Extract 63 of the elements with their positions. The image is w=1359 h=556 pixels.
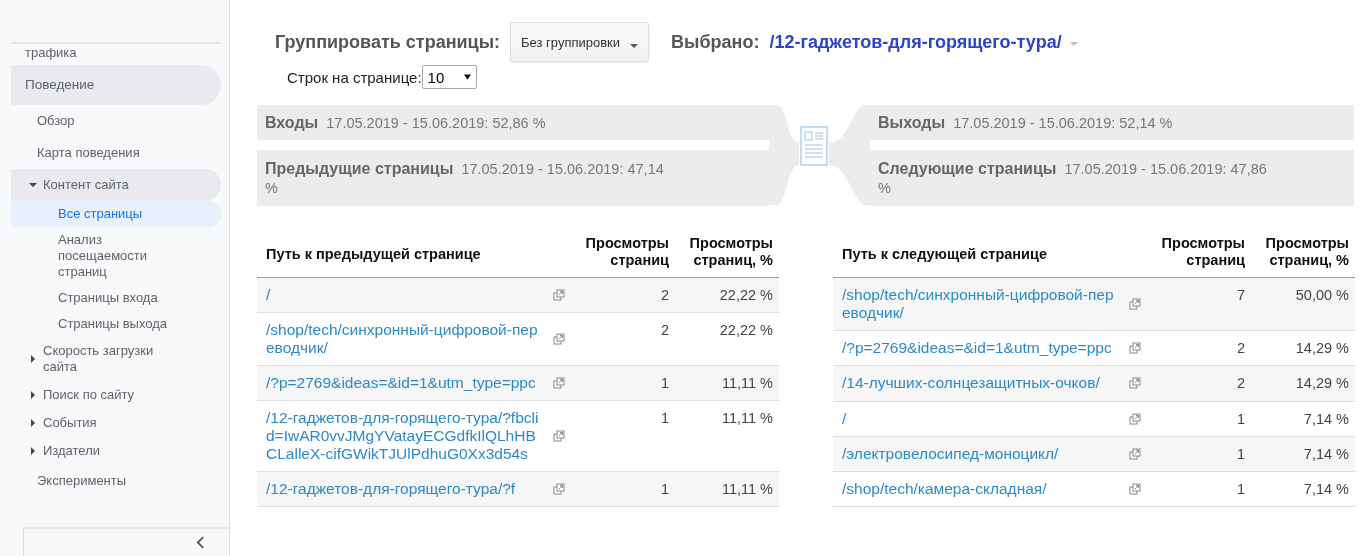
summary-text: Предыдущие страницы 17.05.2019 - 15.06.2019: 47,14 % (265, 159, 665, 198)
sidebar-item[interactable]: Поиск по сайту (11, 381, 221, 409)
column-header: Просмотры страниц, % (675, 235, 779, 278)
sidebar-item[interactable]: Скорость загрузки сайта (11, 337, 221, 381)
group-pages-label: Группировать страницы: (275, 31, 500, 53)
table-cell: 1 (571, 471, 675, 507)
sidebar-item[interactable]: Обзор (11, 105, 221, 137)
sidebar-item[interactable]: Контент сайта (11, 169, 221, 201)
table-cell: 7,14 % (1251, 471, 1355, 507)
page-path-link[interactable]: /shop/tech/камера-складная/ (842, 479, 1122, 498)
sidebar-item[interactable]: Страницы входа (11, 285, 221, 311)
summary-text: Выходы 17.05.2019 - 15.06.2019: 52,14 % (878, 113, 1174, 133)
column-header: Просмотры страниц, % (1251, 235, 1355, 278)
page-path-link[interactable]: / (266, 286, 546, 304)
sidebar-item[interactable]: Анализ посещаемости страниц (11, 227, 221, 285)
page-path-link[interactable]: /электровелосипед-моноцикл/ (842, 444, 1122, 463)
sidebar-item[interactable]: Все страницы (11, 201, 221, 227)
rows-per-page-select[interactable]: 10 (421, 65, 477, 89)
rows-per-page-label: Строк на странице: (287, 68, 422, 86)
table-cell: 22,22 % (675, 312, 779, 366)
page-path-link[interactable]: / (842, 409, 1122, 428)
grouping-dropdown[interactable]: Без группировки (510, 22, 650, 62)
table-cell: 2 (1147, 330, 1251, 366)
sidebar-item[interactable]: Издатели (11, 437, 221, 465)
sidebar-item[interactable]: Поведение (11, 65, 221, 105)
table-cell: 11,11 % (675, 471, 779, 507)
table-cell: 7,14 % (1251, 436, 1355, 472)
page-path-link[interactable]: /shop/tech/синхронный-цифровой-переводчик/ (266, 321, 546, 357)
sidebar-item[interactable]: Страницы выхода (11, 311, 221, 337)
sidebar-item[interactable]: Карта поведения (11, 137, 221, 169)
summary-text: Входы 17.05.2019 - 15.06.2019: 52,86 % (265, 113, 547, 133)
selected-page-link[interactable]: /12-гаджетов-для-горящего-тура/ (769, 31, 1062, 53)
column-header: Путь к предыдущей странице (257, 235, 571, 278)
table-cell: 14,29 % (1251, 330, 1355, 366)
sidebar-item[interactable]: Эксперименты (11, 465, 221, 497)
table-cell: 50,00 % (1251, 277, 1355, 331)
table-cell: 14,29 % (1251, 365, 1355, 401)
page-path-link[interactable]: /12-гаджетов-для-горящего-тура/?f (266, 480, 546, 498)
table-cell: 1 (1147, 471, 1251, 507)
column-header: Просмотры страниц (571, 235, 675, 278)
sidebar-item[interactable]: События (11, 409, 221, 437)
table-cell: 2 (571, 277, 675, 313)
selected-label: Выбрано: (671, 31, 760, 53)
table-cell: 1 (571, 365, 675, 401)
table-cell: 1 (1147, 436, 1251, 472)
table-cell: 1 (571, 400, 675, 472)
table-cell: 11,11 % (675, 400, 779, 472)
table-cell: 22,22 % (675, 277, 779, 313)
table-cell: 2 (1147, 365, 1251, 401)
page-path-link[interactable]: /?p=2769&ideas=&id=1&utm_type=ppc (266, 374, 546, 392)
table-cell: 7,14 % (1251, 401, 1355, 437)
column-header: Просмотры страниц (1147, 235, 1251, 278)
page-path-link[interactable]: /12-гаджетов-для-горящего-тура/?fbclid=IwAR0vvJMgYVatayECGdfkIlQLhHBCLalleX-cifGWikTJUlPdhuG0Xx3d54s (266, 409, 546, 463)
table-cell: 11,11 % (675, 365, 779, 401)
page-path-link[interactable]: /14-лучших-солнцезащитных-очков/ (842, 374, 1122, 393)
summary-text: Следующие страницы 17.05.2019 - 15.06.2019: 47,86 % (878, 159, 1268, 198)
page-path-link[interactable]: /shop/tech/синхронный-цифровой-переводчик/ (842, 286, 1122, 322)
table-cell: 2 (571, 312, 675, 366)
table-cell: 7 (1147, 277, 1251, 331)
sidebar-item[interactable]: трафика (11, 44, 221, 65)
column-header: Путь к следующей странице (833, 235, 1147, 278)
table-cell: 1 (1147, 401, 1251, 437)
page-path-link[interactable]: /?p=2769&ideas=&id=1&utm_type=ppc (842, 339, 1122, 358)
